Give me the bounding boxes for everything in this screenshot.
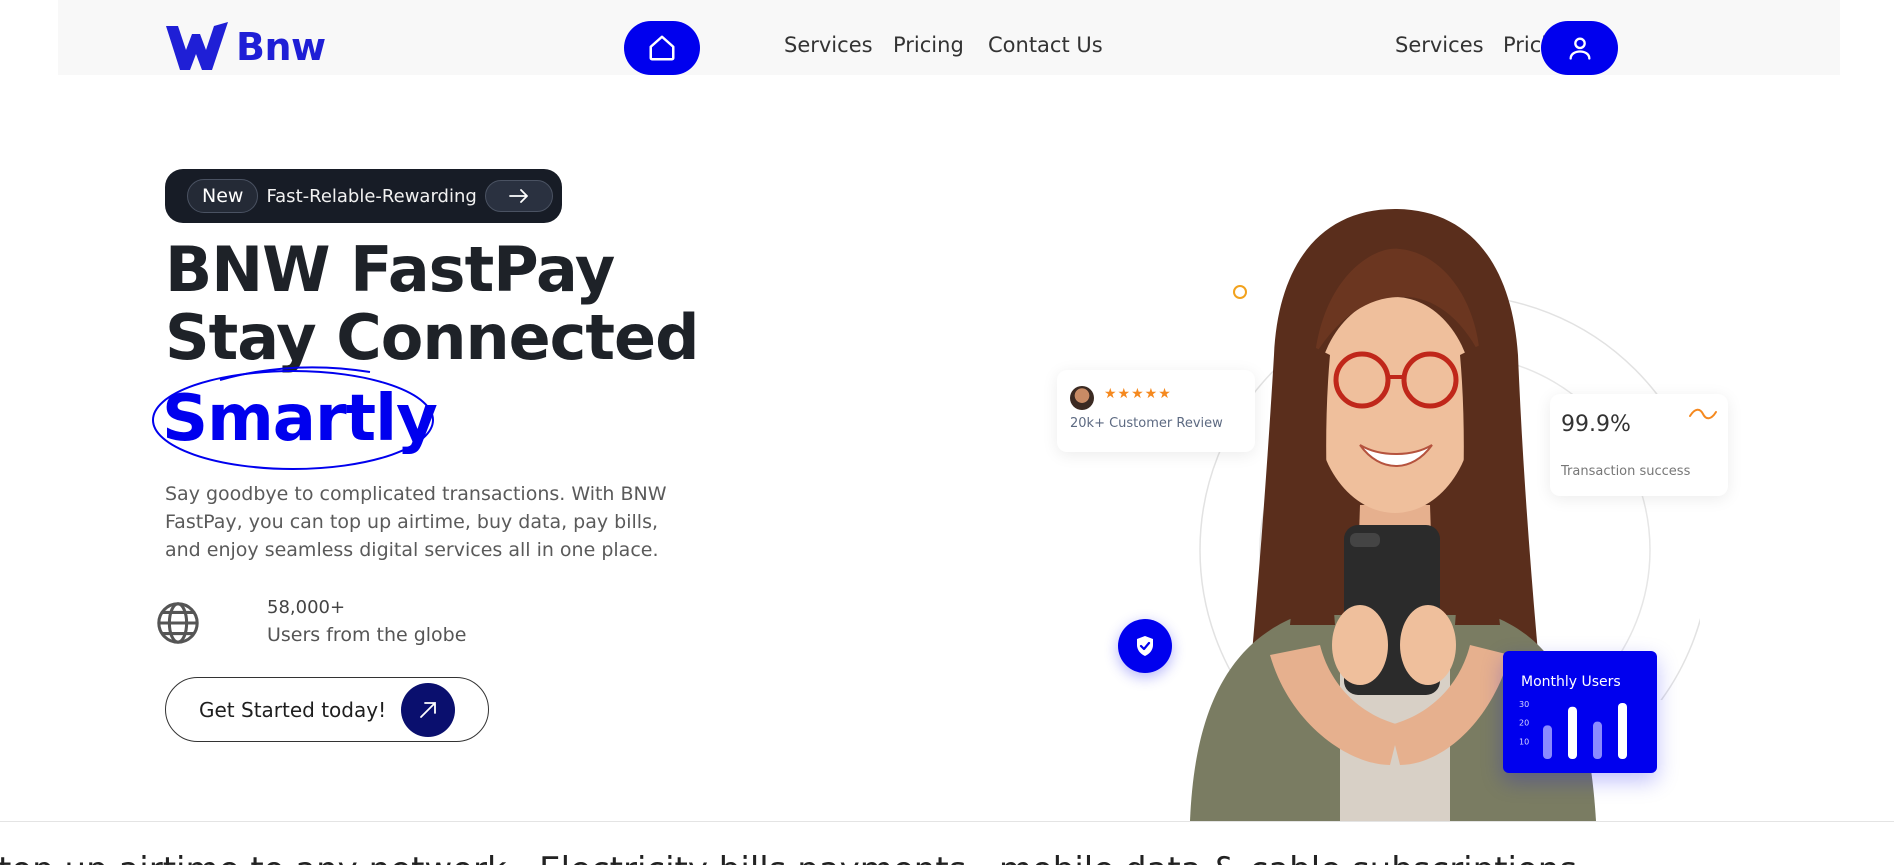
- y-tick-label: 20: [1519, 719, 1529, 728]
- section-divider: [0, 821, 1894, 822]
- get-started-button[interactable]: Get Started today!: [165, 677, 489, 742]
- y-tick-label: 10: [1519, 737, 1529, 746]
- hero-description: Say goodbye to complicated transactions.…: [165, 483, 667, 561]
- badge-arrow-button[interactable]: [484, 180, 553, 212]
- success-percentage: 99.9%: [1561, 412, 1631, 437]
- announcement-badge[interactable]: New Fast-Relable-Rewarding: [165, 169, 562, 223]
- nav-link-pricing[interactable]: Pricing: [893, 33, 964, 57]
- review-text: 20k+ Customer Review: [1070, 416, 1223, 431]
- globe-icon: [157, 602, 199, 644]
- arrow-right-icon: [508, 189, 528, 203]
- chart-bar: [1593, 721, 1602, 759]
- y-tick-label: 30: [1519, 700, 1529, 709]
- success-label: Transaction success: [1561, 464, 1691, 479]
- brand-logo[interactable]: Bnw: [164, 20, 326, 74]
- users-count: 58,000+: [267, 597, 346, 618]
- user-icon: [1569, 37, 1590, 60]
- nav-link-services-right[interactable]: Services: [1395, 33, 1484, 57]
- badge-new-label: New: [187, 179, 259, 213]
- users-label: Users from the globe: [267, 624, 467, 646]
- account-button[interactable]: [1541, 21, 1618, 75]
- security-badge: [1118, 619, 1172, 673]
- headline-highlight: Smartly: [162, 382, 438, 456]
- hero-headline: BNW FastPay Stay Connected: [165, 233, 699, 372]
- trend-wave-icon: [1689, 408, 1717, 420]
- home-icon: [649, 35, 675, 61]
- nav-link-contact-us[interactable]: Contact Us: [988, 33, 1103, 57]
- chart-title: Monthly Users: [1521, 674, 1621, 690]
- logo-mark-icon: [166, 22, 228, 70]
- chart-bar: [1543, 725, 1552, 759]
- arrow-up-right-icon: [420, 702, 436, 718]
- reviewer-avatar: [1070, 386, 1094, 410]
- monthly-users-card: Monthly Users 30 20 10: [1503, 651, 1657, 773]
- services-ticker: top up airtime to any network · Electric…: [0, 850, 1892, 865]
- shield-check-icon: [1137, 636, 1153, 656]
- cta-label: Get Started today!: [199, 697, 387, 722]
- review-card: ★★★★★ 20k+ Customer Review: [1057, 370, 1255, 452]
- monthly-users-chart: 30 20 10: [1519, 700, 1627, 759]
- chart-bar: [1618, 703, 1627, 759]
- home-button[interactable]: [624, 21, 700, 75]
- chart-bar: [1568, 706, 1577, 759]
- logo-text: Bnw: [236, 25, 326, 69]
- badge-text: Fast-Relable-Rewarding: [266, 185, 477, 207]
- headline-line-1: BNW FastPay: [165, 233, 615, 306]
- nav-link-services[interactable]: Services: [784, 33, 873, 57]
- cta-arrow-circle: [401, 683, 455, 737]
- star-rating-icon: ★★★★★: [1104, 386, 1172, 402]
- success-card: 99.9% Transaction success: [1550, 394, 1728, 496]
